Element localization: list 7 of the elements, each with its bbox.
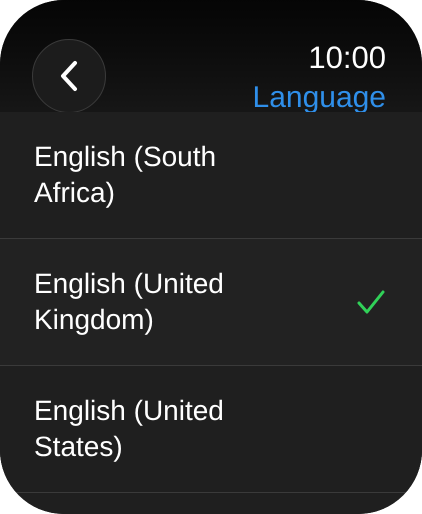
language-label: English (South Africa) bbox=[34, 140, 218, 210]
language-label: English (United States) bbox=[34, 394, 225, 464]
checkmark-icon bbox=[356, 289, 386, 315]
back-chevron-icon bbox=[59, 60, 79, 92]
language-label: English (United Kingdom) bbox=[34, 267, 225, 337]
screen-title: Language bbox=[252, 83, 386, 113]
clock-time: 10:00 bbox=[308, 42, 386, 73]
